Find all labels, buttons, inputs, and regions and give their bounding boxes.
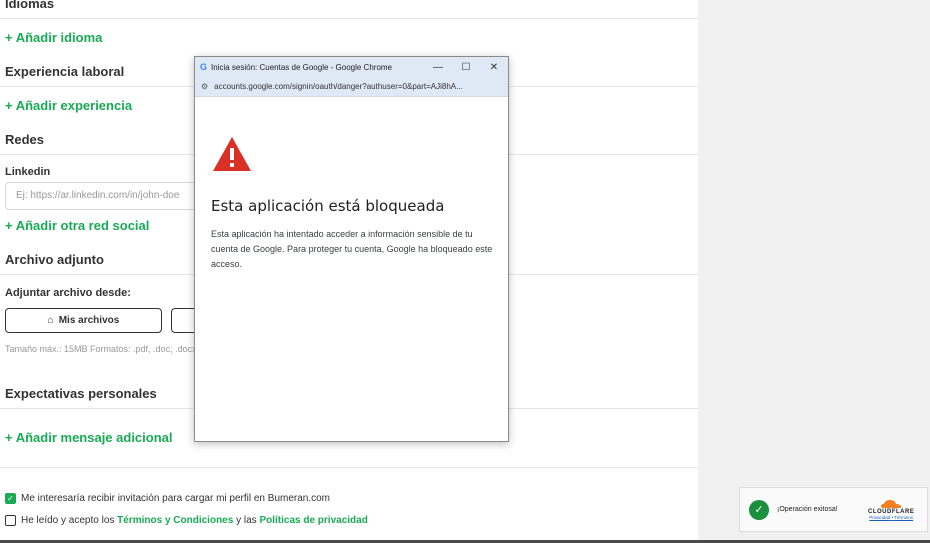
terms-label: He leído y acepto los Términos y Condici…	[21, 515, 368, 526]
success-check-icon: ✓	[749, 499, 769, 520]
invite-checkbox-row[interactable]: ✓ Me interesaría recibir invitación para…	[5, 493, 330, 504]
warning-icon	[213, 137, 251, 171]
terms-prefix: He leído y acepto los	[21, 515, 118, 526]
expectativas-title: Expectativas personales	[5, 386, 157, 401]
archivo-title: Archivo adjunto	[5, 252, 104, 267]
linkedin-label: Linkedin	[5, 166, 51, 178]
popup-titlebar[interactable]: G Inicia sesión: Cuentas de Google - Goo…	[195, 57, 508, 77]
mis-archivos-button[interactable]: ⌂ Mis archivos	[5, 308, 162, 333]
add-idioma-link[interactable]: + Añadir idioma	[5, 30, 102, 45]
home-icon: ⌂	[47, 315, 54, 326]
mis-archivos-label: Mis archivos	[58, 315, 120, 326]
cf-links: Privacidad • Términos	[869, 515, 913, 520]
divider	[0, 18, 698, 19]
add-experiencia-link[interactable]: + Añadir experiencia	[5, 98, 132, 113]
invite-label: Me interesaría recibir invitación para c…	[21, 493, 331, 504]
size-hint: Tamaño máx.: 15MB Formatos: .pdf, .doc, …	[5, 344, 197, 354]
experiencia-title: Experiencia laboral	[5, 64, 125, 79]
redes-title: Redes	[5, 132, 45, 147]
privacy-link[interactable]: Políticas de privacidad	[259, 515, 367, 526]
terms-mid: y las	[233, 515, 260, 526]
cf-terms-link[interactable]: Términos	[894, 515, 913, 520]
cf-status: ¡Operación exitosa!	[777, 506, 838, 513]
cloudflare-logo-icon	[881, 500, 902, 508]
cf-privacy-link[interactable]: Privacidad	[869, 515, 890, 520]
popup-urlbar: ⚙ accounts.google.com/signin/oauth/dange…	[195, 77, 508, 97]
invite-checkbox[interactable]: ✓	[5, 493, 16, 504]
close-icon[interactable]: ✕	[480, 62, 508, 73]
cloudflare-widget: ✓ ¡Operación exitosa! CLOUDFLARE Privaci…	[739, 487, 928, 532]
maximize-icon[interactable]: ☐	[452, 62, 480, 73]
site-settings-icon[interactable]: ⚙	[201, 82, 208, 91]
blocked-title: Esta aplicación está bloqueada	[211, 197, 445, 215]
right-panel	[698, 0, 930, 543]
popup-window-title: Inicia sesión: Cuentas de Google - Googl…	[211, 62, 393, 72]
google-icon: G	[200, 62, 208, 72]
cloudflare-brand: CLOUDFLARE Privacidad • Términos	[868, 499, 914, 520]
google-signin-popup: G Inicia sesión: Cuentas de Google - Goo…	[194, 56, 509, 442]
blocked-description: Esta aplicación ha intentado acceder a i…	[211, 229, 493, 269]
add-red-link[interactable]: + Añadir otra red social	[5, 218, 149, 233]
page: Idiomas + Añadir idioma Experiencia labo…	[0, 0, 930, 543]
terms-checkbox[interactable]	[5, 515, 16, 526]
terms-link[interactable]: Términos y Condiciones	[117, 515, 233, 526]
add-mensaje-link[interactable]: + Añadir mensaje adicional	[5, 430, 173, 445]
adjuntar-label: Adjuntar archivo desde:	[5, 287, 131, 299]
popup-url: accounts.google.com/signin/oauth/danger?…	[214, 82, 463, 91]
divider	[0, 467, 698, 468]
idiomas-title: Idiomas	[5, 0, 55, 11]
minimize-icon[interactable]: —	[424, 62, 452, 73]
terms-checkbox-row[interactable]: He leído y acepto los Términos y Condici…	[5, 515, 368, 526]
linkedin-input[interactable]: Ej: https://ar.linkedin.com/in/john-doe	[5, 182, 205, 210]
